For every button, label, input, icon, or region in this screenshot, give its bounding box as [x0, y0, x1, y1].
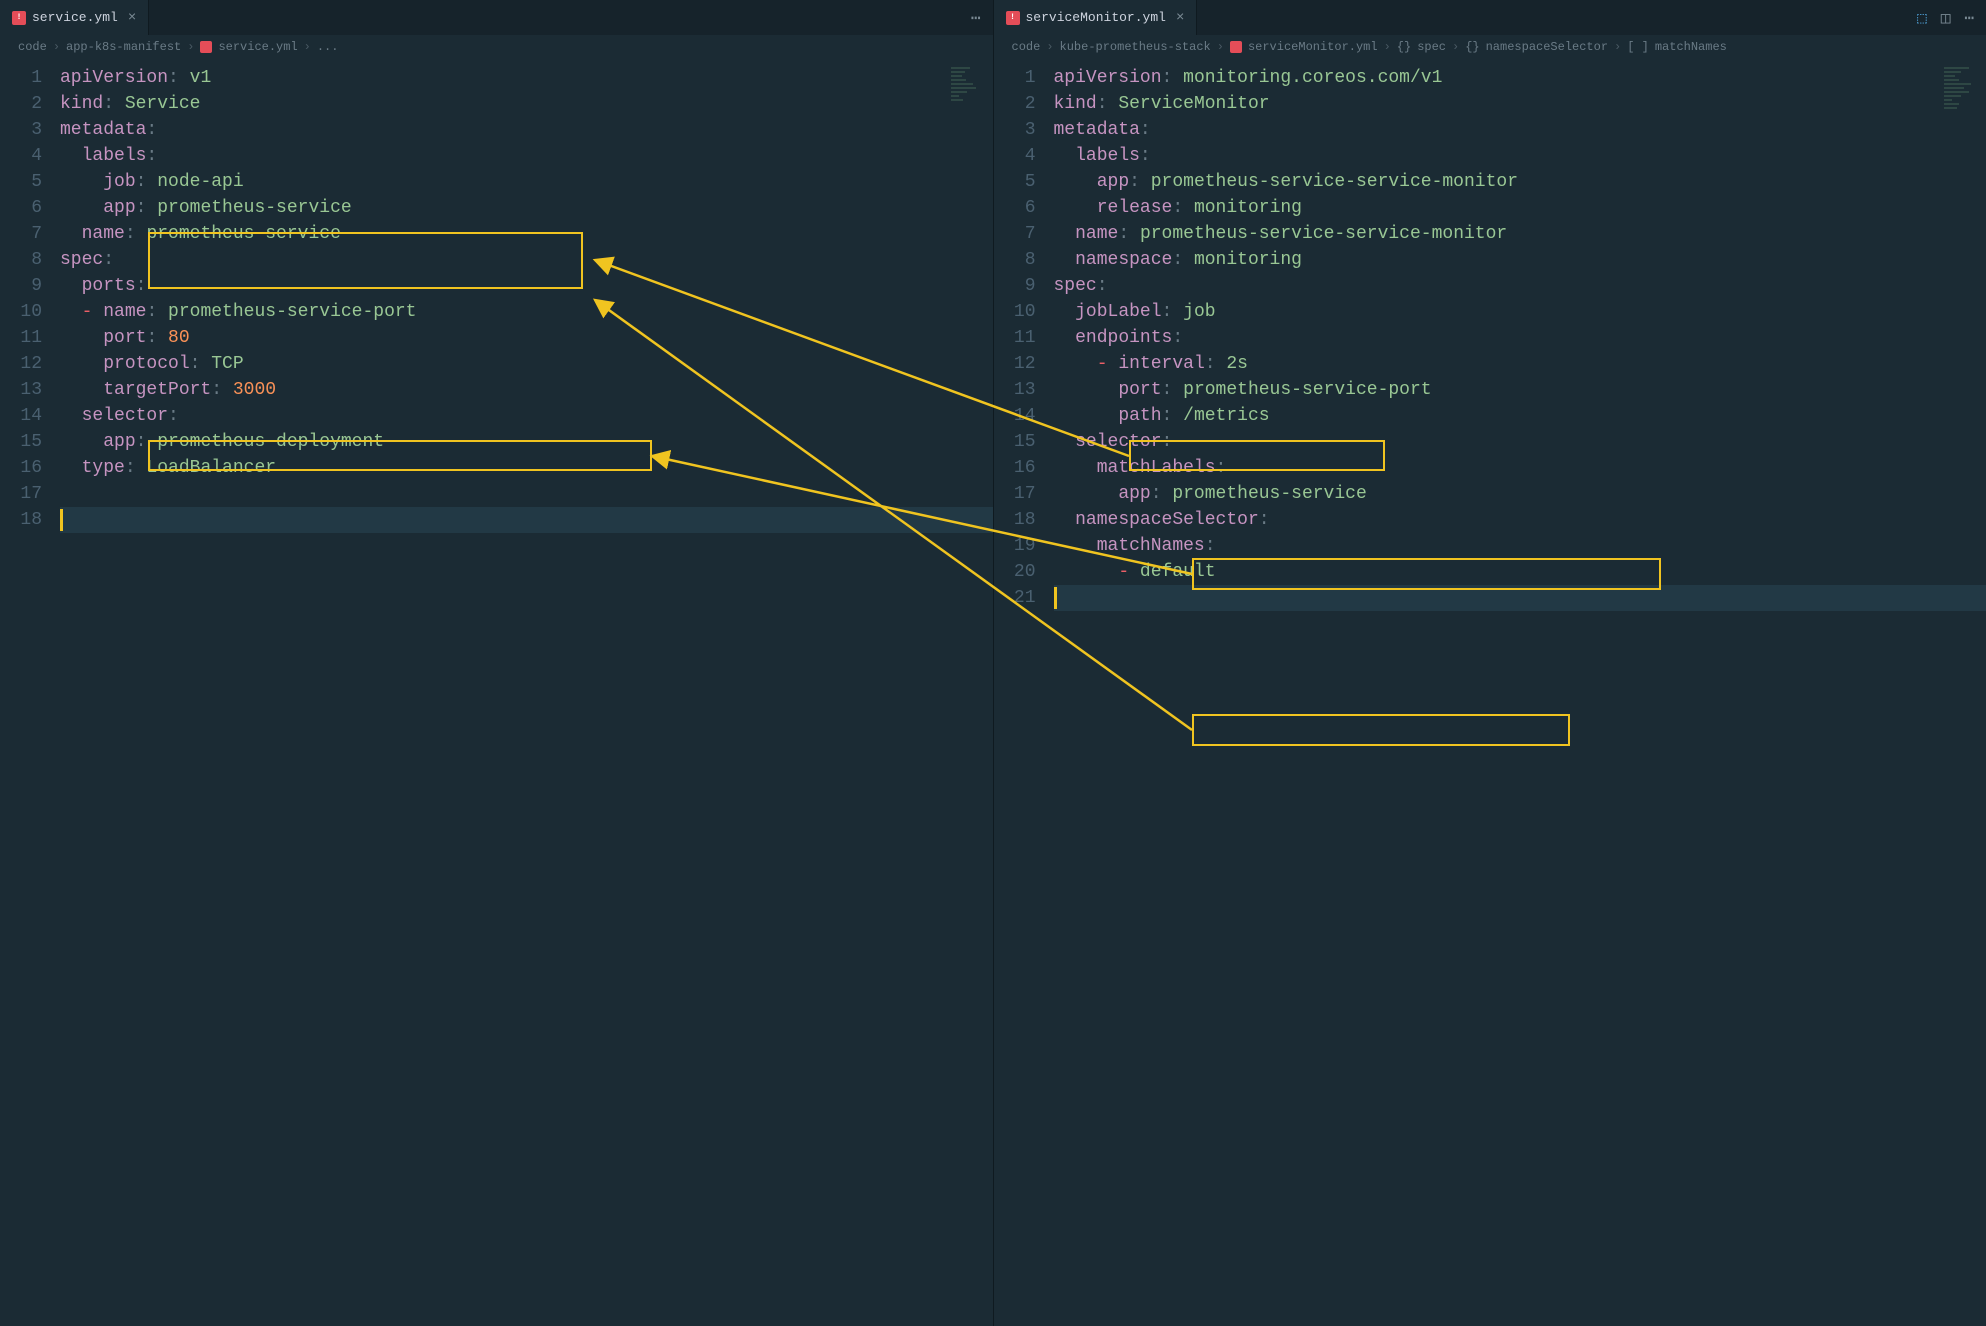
code-line[interactable]: matchNames:	[1054, 533, 1986, 559]
breadcrumb-item[interactable]: app-k8s-manifest	[66, 40, 181, 54]
code-line[interactable]: labels:	[60, 143, 993, 169]
code-line[interactable]	[1054, 585, 1986, 611]
tab-servicemonitor-yml[interactable]: ! serviceMonitor.yml ×	[994, 0, 1198, 35]
close-icon[interactable]: ×	[128, 10, 136, 26]
code-line[interactable]: kind: Service	[60, 91, 993, 117]
braces-icon: {}	[1465, 40, 1479, 54]
code-line[interactable]: app: prometheus-deployment	[60, 429, 993, 455]
breadcrumb-item[interactable]: namespaceSelector	[1486, 40, 1608, 54]
line-numbers: 123456789101112131415161718	[0, 59, 60, 1326]
code-line[interactable]: selector:	[1054, 429, 1986, 455]
yaml-file-icon: !	[12, 11, 26, 25]
code-content[interactable]: apiVersion: monitoring.coreos.com/v1kind…	[1054, 59, 1986, 1326]
tab-service-yml[interactable]: ! service.yml ×	[0, 0, 149, 35]
left-tab-bar: ! service.yml × ⋯	[0, 0, 993, 35]
code-line[interactable]	[60, 507, 993, 533]
code-line[interactable]: apiVersion: v1	[60, 65, 993, 91]
minimap[interactable]	[1944, 67, 1972, 103]
tab-label: serviceMonitor.yml	[1026, 10, 1166, 25]
code-line[interactable]: protocol: TCP	[60, 351, 993, 377]
right-tab-bar: ! serviceMonitor.yml ×	[994, 0, 1986, 35]
code-line[interactable]: port: prometheus-service-port	[1054, 377, 1986, 403]
right-editor[interactable]: 123456789101112131415161718192021 apiVer…	[994, 59, 1986, 1326]
code-line[interactable]: path: /metrics	[1054, 403, 1986, 429]
code-line[interactable]: - interval: 2s	[1054, 351, 1986, 377]
breadcrumb-item[interactable]: serviceMonitor.yml	[1248, 40, 1378, 54]
code-line[interactable]: - default	[1054, 559, 1986, 585]
breadcrumb-item[interactable]: matchNames	[1655, 40, 1727, 54]
braces-icon: {}	[1397, 40, 1411, 54]
close-icon[interactable]: ×	[1176, 10, 1184, 26]
breadcrumb-item[interactable]: spec	[1417, 40, 1446, 54]
code-line[interactable]: targetPort: 3000	[60, 377, 993, 403]
code-line[interactable]: spec:	[1054, 273, 1986, 299]
code-line[interactable]	[60, 481, 993, 507]
code-line[interactable]: selector:	[60, 403, 993, 429]
yaml-file-icon	[200, 41, 212, 53]
code-line[interactable]: job: node-api	[60, 169, 993, 195]
editor-global-actions: ⬚ ◫ ⋯	[1917, 8, 1974, 28]
code-line[interactable]: endpoints:	[1054, 325, 1986, 351]
tab-actions-left: ⋯	[971, 8, 993, 28]
code-line[interactable]: spec:	[60, 247, 993, 273]
code-line[interactable]: metadata:	[1054, 117, 1986, 143]
breadcrumb-left[interactable]: code›app-k8s-manifest›service.yml›...	[0, 35, 993, 59]
code-line[interactable]: name: prometheus-service	[60, 221, 993, 247]
code-line[interactable]: matchLabels:	[1054, 455, 1986, 481]
code-line[interactable]: apiVersion: monitoring.coreos.com/v1	[1054, 65, 1986, 91]
brackets-icon: [ ]	[1627, 40, 1649, 54]
code-line[interactable]: metadata:	[60, 117, 993, 143]
breadcrumb-item[interactable]: code	[18, 40, 47, 54]
yaml-file-icon: !	[1006, 11, 1020, 25]
more-actions-icon[interactable]: ⋯	[1964, 8, 1974, 28]
code-line[interactable]: ports:	[60, 273, 993, 299]
code-line[interactable]: namespace: monitoring	[1054, 247, 1986, 273]
code-line[interactable]: kind: ServiceMonitor	[1054, 91, 1986, 117]
right-editor-pane: ! serviceMonitor.yml × code›kube-prometh…	[994, 0, 1986, 1326]
code-line[interactable]: name: prometheus-service-service-monitor	[1054, 221, 1986, 247]
breadcrumb-item[interactable]: ...	[317, 40, 339, 54]
more-icon[interactable]: ⋯	[971, 8, 981, 28]
code-line[interactable]: app: prometheus-service	[1054, 481, 1986, 507]
breadcrumb-item[interactable]: code	[1012, 40, 1041, 54]
left-editor-pane: ! service.yml × ⋯ code›app-k8s-manifest›…	[0, 0, 994, 1326]
tab-label: service.yml	[32, 10, 118, 25]
breadcrumb-item[interactable]: service.yml	[218, 40, 297, 54]
yaml-file-icon	[1230, 41, 1242, 53]
split-editor-icon[interactable]: ◫	[1941, 8, 1951, 28]
left-editor[interactable]: 123456789101112131415161718 apiVersion: …	[0, 59, 993, 1326]
code-line[interactable]: port: 80	[60, 325, 993, 351]
code-line[interactable]: jobLabel: job	[1054, 299, 1986, 325]
code-line[interactable]: release: monitoring	[1054, 195, 1986, 221]
minimap[interactable]	[951, 67, 979, 103]
code-line[interactable]: type: LoadBalancer	[60, 455, 993, 481]
code-content[interactable]: apiVersion: v1kind: Servicemetadata: lab…	[60, 59, 993, 1326]
code-line[interactable]: - name: prometheus-service-port	[60, 299, 993, 325]
code-line[interactable]: app: prometheus-service	[60, 195, 993, 221]
line-numbers: 123456789101112131415161718192021	[994, 59, 1054, 1326]
breadcrumb-item[interactable]: kube-prometheus-stack	[1060, 40, 1211, 54]
toggle-layout-icon[interactable]: ⬚	[1917, 8, 1927, 28]
code-line[interactable]: namespaceSelector:	[1054, 507, 1986, 533]
breadcrumb-right[interactable]: code›kube-prometheus-stack›serviceMonito…	[994, 35, 1986, 59]
code-line[interactable]: labels:	[1054, 143, 1986, 169]
code-line[interactable]: app: prometheus-service-service-monitor	[1054, 169, 1986, 195]
